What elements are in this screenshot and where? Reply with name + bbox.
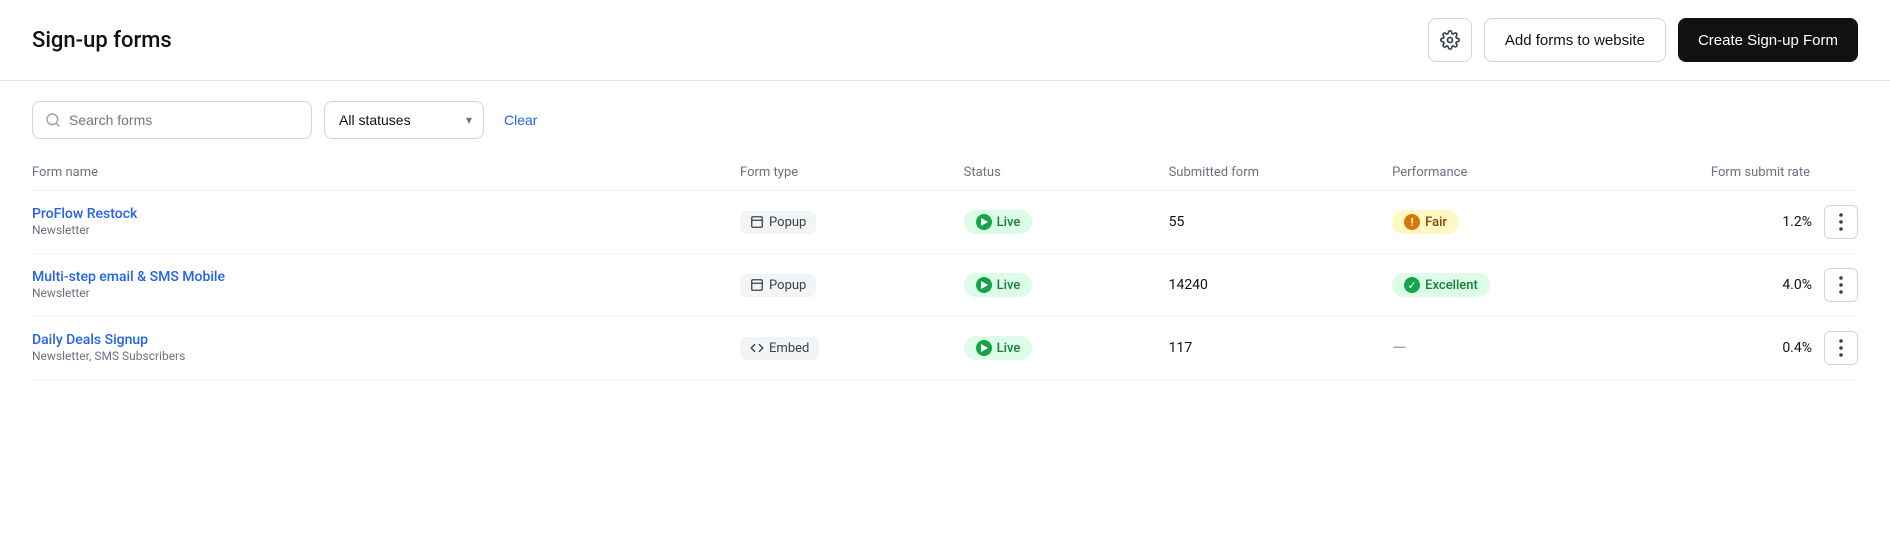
form-sub: Newsletter, SMS Subscribers (32, 349, 185, 363)
status-badge: Live (964, 210, 1033, 234)
live-icon (976, 277, 992, 293)
form-name-cell: Multi-step email & SMS Mobile Newsletter (32, 254, 740, 317)
search-input[interactable] (69, 112, 299, 128)
table-row: Daily Deals Signup Newsletter, SMS Subsc… (32, 317, 1858, 380)
form-submitted-cell: 14240 (1169, 254, 1393, 317)
check-icon: ✓ (1404, 277, 1420, 293)
live-icon (976, 214, 992, 230)
form-sub: Newsletter (32, 286, 90, 300)
page-header: Sign-up forms Add forms to website Creat… (0, 0, 1890, 81)
form-type-cell: Popup (740, 191, 964, 254)
form-performance-cell: !Fair (1392, 191, 1634, 254)
forms-table: Form name Form type Status Submitted for… (32, 155, 1858, 380)
form-type-badge: Popup (740, 274, 816, 297)
performance-badge: !Fair (1392, 210, 1459, 234)
form-status-cell: Live (964, 191, 1169, 254)
form-type-badge: Embed (740, 337, 819, 360)
col-header-status: Status (964, 155, 1169, 191)
form-type-badge: Popup (740, 211, 816, 234)
form-submitted-cell: 117 (1169, 317, 1393, 380)
form-status-cell: Live (964, 317, 1169, 380)
form-name-link[interactable]: ProFlow Restock (32, 206, 740, 222)
table-row: Multi-step email & SMS Mobile Newsletter… (32, 254, 1858, 317)
popup-icon (750, 215, 764, 229)
more-vertical-icon (1839, 213, 1843, 231)
status-filter-wrapper: All statuses Live Draft Paused ▾ (324, 101, 484, 139)
search-wrapper (32, 101, 312, 139)
col-header-type: Form type (740, 155, 964, 191)
page-title: Sign-up forms (32, 28, 172, 53)
form-name-link[interactable]: Multi-step email & SMS Mobile (32, 269, 740, 285)
submitted-count: 14240 (1169, 277, 1208, 293)
col-header-performance: Performance (1392, 155, 1634, 191)
gear-icon (1440, 30, 1460, 50)
status-badge: Live (964, 336, 1033, 360)
form-name-cell: ProFlow Restock Newsletter (32, 191, 740, 254)
row-menu-button[interactable] (1824, 268, 1858, 302)
form-type-cell: Popup (740, 254, 964, 317)
submitted-count: 55 (1169, 214, 1185, 230)
form-rate-cell: 4.0% (1634, 254, 1858, 317)
performance-badge: ✓Excellent (1392, 273, 1490, 297)
add-forms-button[interactable]: Add forms to website (1484, 18, 1666, 62)
more-vertical-icon (1839, 339, 1843, 357)
search-icon (45, 112, 61, 128)
popup-icon (750, 278, 764, 292)
form-sub: Newsletter (32, 223, 90, 237)
form-name-cell: Daily Deals Signup Newsletter, SMS Subsc… (32, 317, 740, 380)
rate-value: 1.2% (1782, 214, 1812, 230)
submitted-count: 117 (1169, 340, 1193, 356)
table-header-row: Form name Form type Status Submitted for… (32, 155, 1858, 191)
form-name-link[interactable]: Daily Deals Signup (32, 332, 740, 348)
form-performance-cell: ✓Excellent (1392, 254, 1634, 317)
form-submitted-cell: 55 (1169, 191, 1393, 254)
row-menu-button[interactable] (1824, 205, 1858, 239)
gear-button[interactable] (1428, 18, 1472, 62)
col-header-submitted: Submitted form (1169, 155, 1393, 191)
more-vertical-icon (1839, 276, 1843, 294)
rate-value: 4.0% (1782, 277, 1812, 293)
form-performance-cell: — (1392, 317, 1634, 380)
form-type-cell: Embed (740, 317, 964, 380)
create-form-button[interactable]: Create Sign-up Form (1678, 18, 1858, 62)
status-badge: Live (964, 273, 1033, 297)
table-row: ProFlow Restock Newsletter Popup Live 55 !F… (32, 191, 1858, 254)
row-menu-button[interactable] (1824, 331, 1858, 365)
embed-icon (750, 341, 764, 355)
rate-value: 0.4% (1782, 340, 1812, 356)
col-header-rate: Form submit rate (1634, 155, 1858, 191)
form-status-cell: Live (964, 254, 1169, 317)
form-rate-cell: 0.4% (1634, 317, 1858, 380)
live-icon (976, 340, 992, 356)
status-select[interactable]: All statuses Live Draft Paused (324, 101, 484, 139)
performance-badge: — (1392, 338, 1406, 359)
col-header-name: Form name (32, 155, 740, 191)
form-rate-cell: 1.2% (1634, 191, 1858, 254)
header-actions: Add forms to website Create Sign-up Form (1428, 18, 1858, 62)
toolbar: All statuses Live Draft Paused ▾ Clear (0, 81, 1890, 155)
warning-icon: ! (1404, 214, 1420, 230)
clear-button[interactable]: Clear (496, 108, 545, 132)
forms-table-container: Form name Form type Status Submitted for… (0, 155, 1890, 380)
